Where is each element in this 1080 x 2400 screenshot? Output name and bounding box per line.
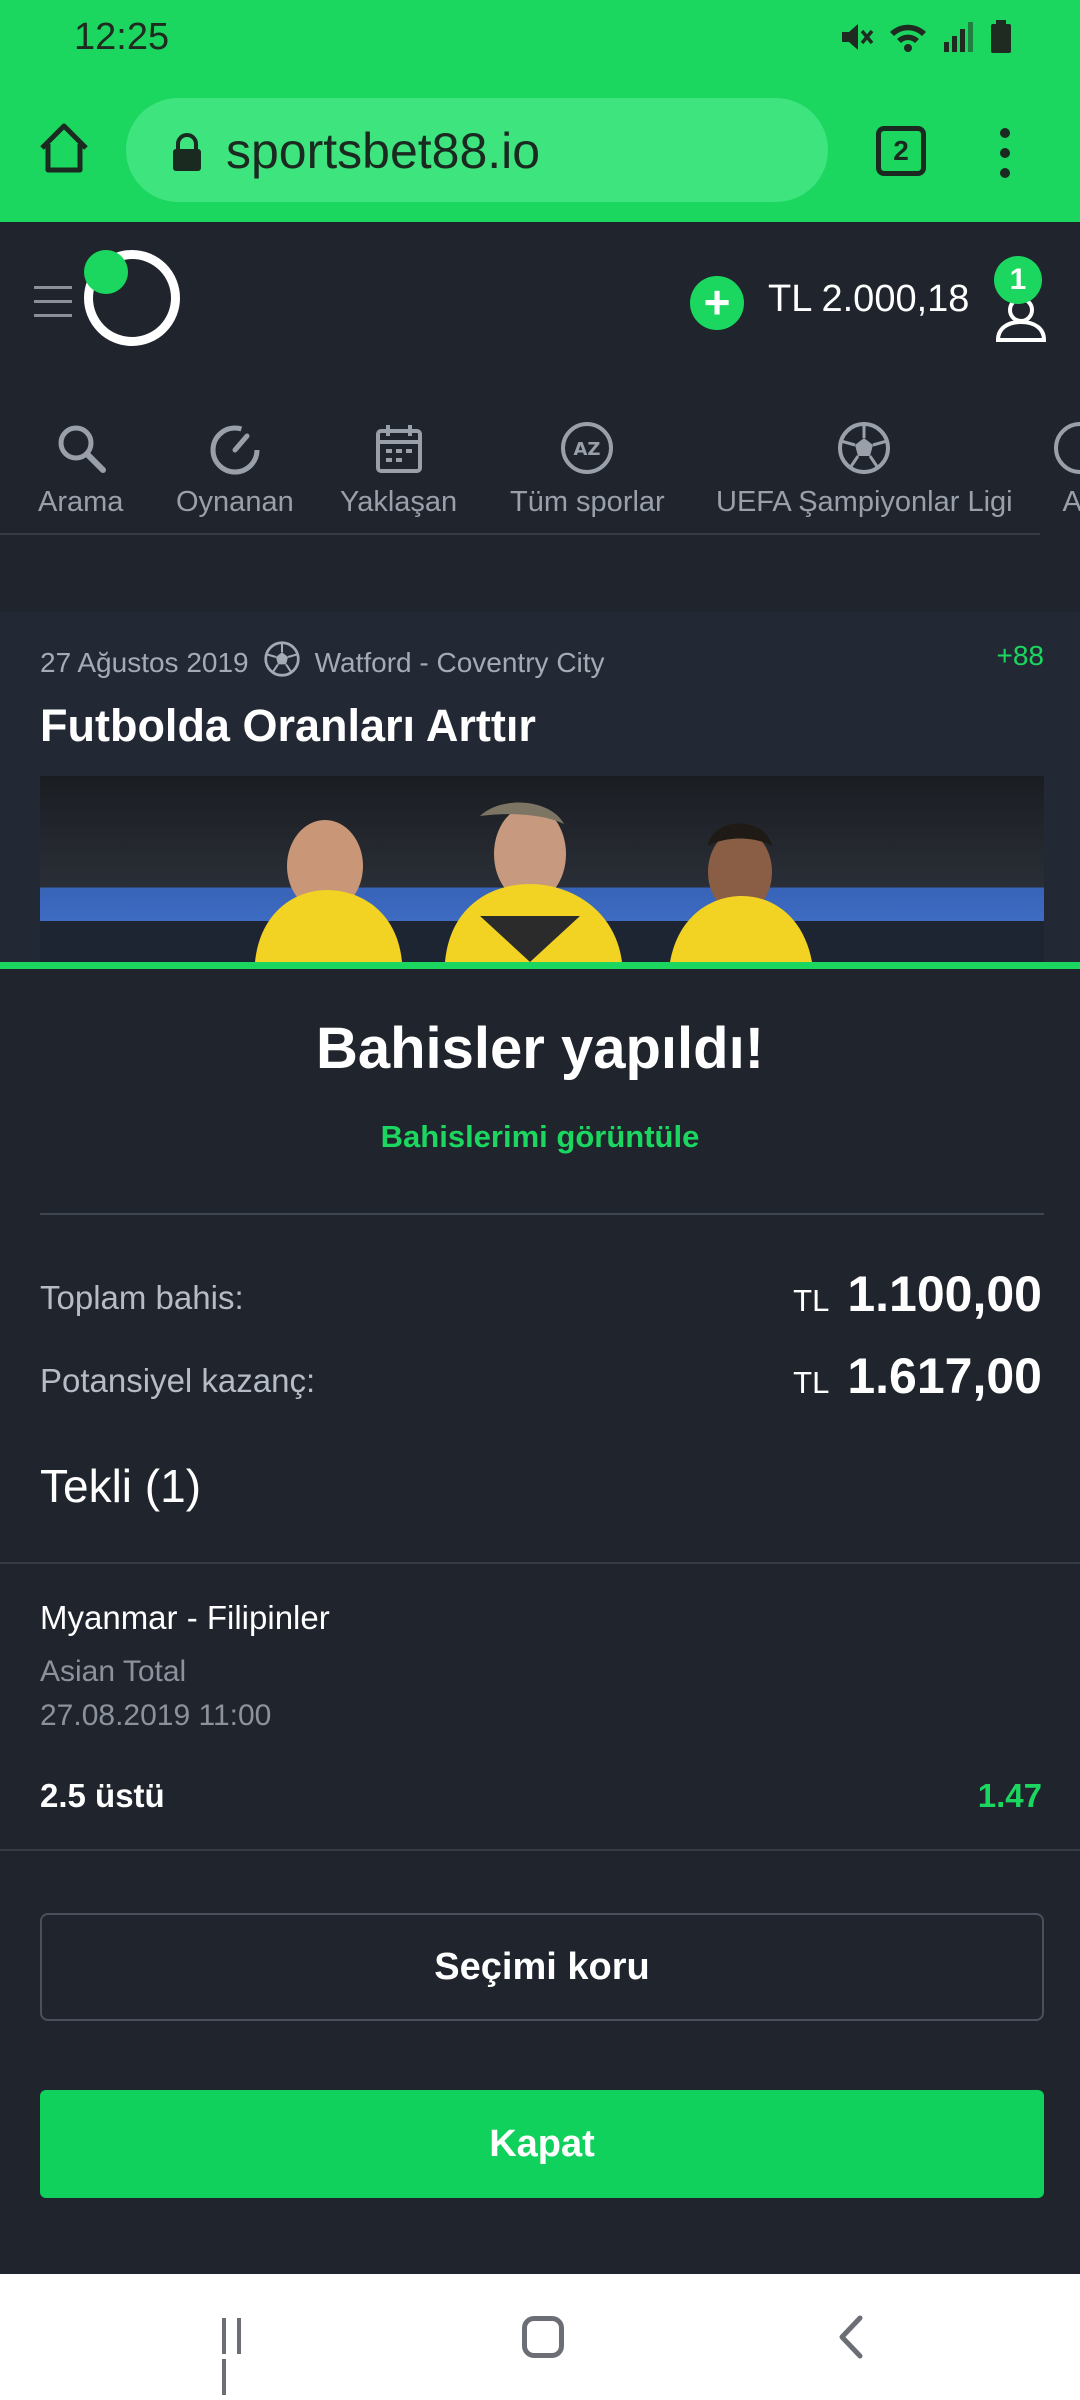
total-stake-amount: 1.100,00	[847, 1266, 1042, 1322]
back-icon[interactable]	[832, 2314, 872, 2360]
url-text: sportsbet88.io	[226, 123, 541, 179]
potential-win-amount: 1.617,00	[847, 1348, 1042, 1404]
nav-item-search[interactable]: Arama	[38, 420, 123, 519]
nav-item-label: Oynanan	[176, 486, 294, 518]
az-icon: AZ	[559, 420, 615, 476]
bet-selection: 2.5 üstü	[40, 1777, 165, 1814]
promo-title: Futbolda Oranları Arttır	[40, 700, 536, 751]
soccer-ball-icon	[1052, 420, 1080, 476]
nav-item-label: AT	[1062, 486, 1080, 518]
nav-item-label: Arama	[38, 486, 124, 518]
bet-market: Asian Total	[40, 1655, 187, 1688]
single-bets-title: Tekli (1)	[40, 1460, 202, 1512]
browser-toolbar: sportsbet88.io 2	[0, 76, 1080, 222]
bet-confirmation-sheet: Bahisler yapıldı! Bahislerimi görüntüle …	[0, 962, 1080, 2274]
lock-icon	[170, 132, 204, 172]
speedometer-icon	[207, 420, 263, 476]
nav-item-next[interactable]: AT	[1052, 420, 1080, 519]
sports-nav: Arama Oynanan Yaklaşan AZ Tüm sporlar UE…	[0, 420, 1080, 540]
address-bar[interactable]: sportsbet88.io	[126, 98, 828, 202]
bet-match: Myanmar - Filipinler	[40, 1599, 330, 1636]
nav-item-upcoming[interactable]: Yaklaşan	[340, 420, 457, 519]
calendar-icon	[371, 420, 427, 476]
system-navigation-bar	[0, 2274, 1080, 2400]
hamburger-menu-icon[interactable]	[34, 286, 72, 322]
site-logo[interactable]	[84, 250, 180, 346]
status-icons	[838, 20, 1012, 59]
status-bar: 12:25	[0, 0, 1080, 76]
divider	[40, 1213, 1044, 1215]
notification-badge: 1	[994, 256, 1042, 304]
keep-selection-button[interactable]: Seçimi koru	[40, 1913, 1044, 2021]
nav-divider	[0, 533, 1040, 535]
signal-icon	[942, 20, 976, 59]
promo-meta: 27 Ağustos 2019 Watford - Coventry City	[40, 640, 605, 685]
nav-item-all-sports[interactable]: AZ Tüm sporlar	[510, 420, 665, 519]
total-stake-label: Toplam bahis:	[40, 1279, 244, 1316]
bet-date: 27.08.2019 11:00	[40, 1699, 272, 1732]
total-stake-value: TL 1.100,00	[793, 1265, 1042, 1323]
total-stake-currency: TL	[793, 1283, 830, 1318]
divider	[0, 1562, 1080, 1564]
svg-text:AZ: AZ	[574, 439, 601, 460]
mute-icon	[838, 20, 874, 59]
soccer-ball-icon	[836, 420, 892, 476]
promo-match: Watford - Coventry City	[314, 646, 605, 678]
nav-item-champions-league[interactable]: UEFA Şampiyonlar Ligi	[716, 420, 1013, 519]
potential-win-label: Potansiyel kazanç:	[40, 1362, 316, 1399]
sheet-title: Bahisler yapıldı!	[315, 1016, 765, 1081]
wifi-icon	[888, 20, 928, 59]
tab-switcher-button[interactable]: 2	[876, 126, 926, 176]
promo-market-count[interactable]: +88	[997, 640, 1045, 672]
recent-apps-icon[interactable]	[222, 2318, 262, 2395]
home-icon[interactable]	[522, 2316, 564, 2358]
battery-icon	[990, 20, 1012, 59]
search-icon	[53, 420, 109, 476]
nav-item-label: UEFA Şampiyonlar Ligi	[716, 486, 1013, 518]
view-my-bets-link[interactable]: Bahislerimi görüntüle	[0, 1119, 1080, 1155]
promo-image	[40, 776, 1044, 962]
status-time: 12:25	[74, 16, 170, 58]
bet-odds: 1.47	[977, 1777, 1042, 1814]
nav-item-label: Tüm sporlar	[510, 486, 665, 518]
balance-text[interactable]: TL 2.000,18	[768, 278, 969, 321]
nav-item-label: Yaklaşan	[340, 486, 458, 518]
browser-home-icon[interactable]	[34, 118, 94, 178]
browser-menu-icon[interactable]	[990, 124, 1020, 184]
deposit-plus-button[interactable]: +	[690, 276, 744, 330]
app-header: + TL 2.000,18 1	[0, 222, 1080, 382]
promo-date: 27 Ağustos 2019	[40, 646, 249, 678]
close-button[interactable]: Kapat	[40, 2090, 1044, 2198]
divider	[0, 1849, 1080, 1851]
potential-win-currency: TL	[793, 1365, 830, 1400]
promo-card[interactable]: 27 Ağustos 2019 Watford - Coventry City …	[0, 612, 1080, 962]
potential-win-value: TL 1.617,00	[793, 1347, 1042, 1405]
soccer-ball-icon	[263, 640, 301, 685]
nav-item-live[interactable]: Oynanan	[176, 420, 294, 519]
